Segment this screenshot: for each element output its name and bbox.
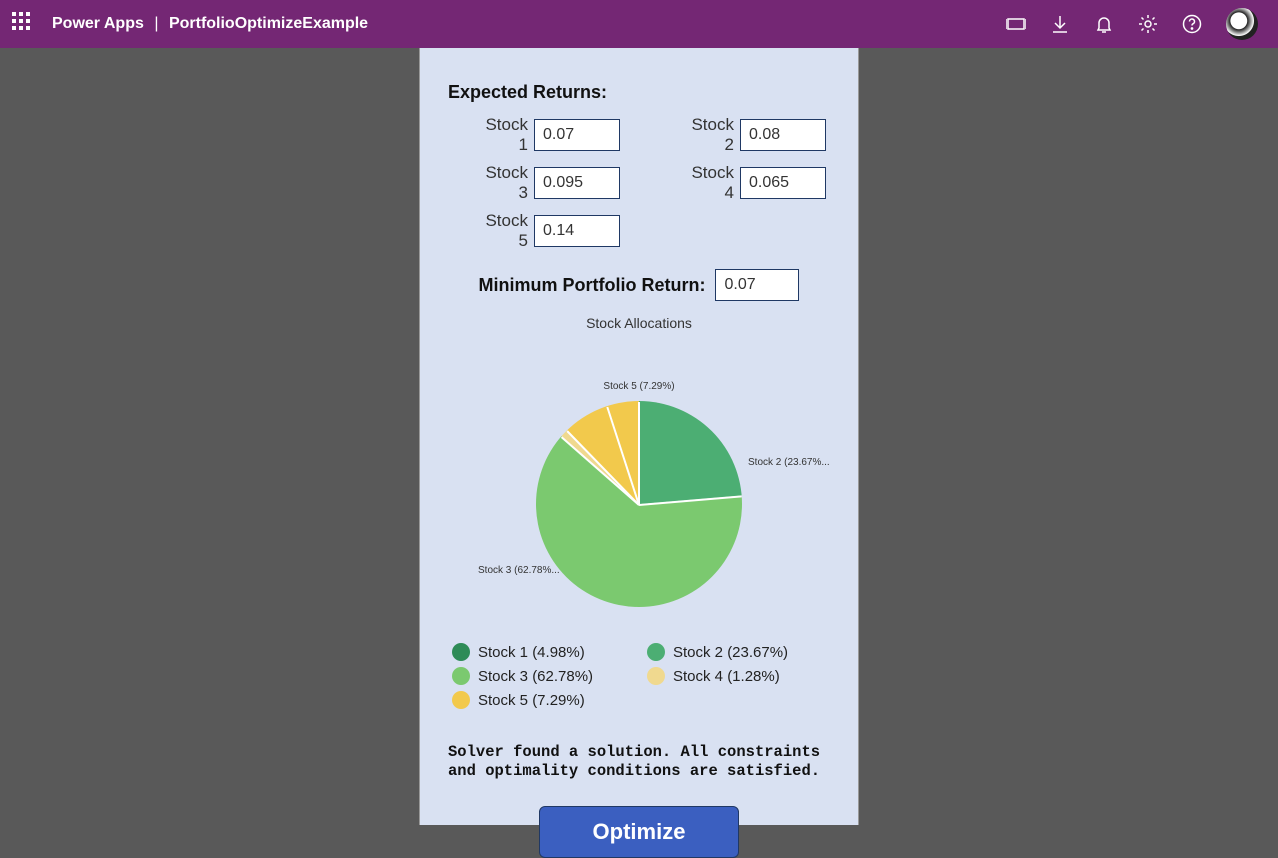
optimize-button[interactable]: Optimize xyxy=(539,806,739,858)
legend-label-stock5: Stock 5 (7.29%) xyxy=(478,692,585,709)
stock1-label: Stock 1 xyxy=(472,115,534,155)
swatch-stock4 xyxy=(647,667,665,685)
min-return-row: Minimum Portfolio Return: xyxy=(448,269,830,301)
stock2-input[interactable] xyxy=(740,119,826,151)
legend-stock5: Stock 5 (7.29%) xyxy=(452,691,631,709)
swatch-stock1 xyxy=(452,643,470,661)
chart-legend: Stock 1 (4.98%) Stock 2 (23.67%) Stock 3… xyxy=(448,643,830,709)
title-separator: | xyxy=(154,15,158,32)
swatch-stock2 xyxy=(647,643,665,661)
min-return-label: Minimum Portfolio Return: xyxy=(479,275,706,296)
fit-icon[interactable] xyxy=(1006,14,1026,34)
stock3-input[interactable] xyxy=(534,167,620,199)
legend-stock4: Stock 4 (1.28%) xyxy=(647,667,826,685)
pie-chart: Stock 5 (7.29%) Stock 2 (23.67%... Stock… xyxy=(448,339,830,639)
legend-label-stock2: Stock 2 (23.67%) xyxy=(673,644,788,661)
legend-label-stock3: Stock 3 (62.78%) xyxy=(478,668,593,685)
swatch-stock3 xyxy=(452,667,470,685)
app-header: Power Apps | PortfolioOptimizeExample xyxy=(0,0,1278,48)
callout-stock5: Stock 5 (7.29%) xyxy=(603,381,674,392)
legend-stock1: Stock 1 (4.98%) xyxy=(452,643,631,661)
legend-label-stock1: Stock 1 (4.98%) xyxy=(478,644,585,661)
header-title: Power Apps | PortfolioOptimizeExample xyxy=(52,15,368,33)
swatch-stock5 xyxy=(452,691,470,709)
avatar[interactable] xyxy=(1226,8,1258,40)
min-return-input[interactable] xyxy=(715,269,799,301)
stock4-input[interactable] xyxy=(740,167,826,199)
header-actions xyxy=(1006,8,1258,40)
expected-returns-label: Expected Returns: xyxy=(448,82,830,103)
waffle-icon[interactable] xyxy=(12,12,36,36)
chart-title: Stock Allocations xyxy=(448,315,830,331)
stock4-label: Stock 4 xyxy=(678,163,740,203)
legend-stock2: Stock 2 (23.67%) xyxy=(647,643,826,661)
stage: Expected Returns: Stock 1 Stock 2 Stock … xyxy=(0,48,1278,825)
file-name: PortfolioOptimizeExample xyxy=(169,15,368,32)
download-icon[interactable] xyxy=(1050,14,1070,34)
pie-graphic xyxy=(536,401,742,607)
legend-label-stock4: Stock 4 (1.28%) xyxy=(673,668,780,685)
gear-icon[interactable] xyxy=(1138,14,1158,34)
returns-grid: Stock 1 Stock 2 Stock 3 Stock 4 Stock 5 xyxy=(472,115,830,251)
solver-status: Solver found a solution. All constraints… xyxy=(448,743,830,782)
bell-icon[interactable] xyxy=(1094,14,1114,34)
stock1-input[interactable] xyxy=(534,119,620,151)
app-canvas: Expected Returns: Stock 1 Stock 2 Stock … xyxy=(419,48,859,825)
stock5-label: Stock 5 xyxy=(472,211,534,251)
callout-stock3: Stock 3 (62.78%... xyxy=(478,565,560,576)
legend-stock3: Stock 3 (62.78%) xyxy=(452,667,631,685)
app-name: Power Apps xyxy=(52,15,144,32)
stock5-input[interactable] xyxy=(534,215,620,247)
callout-stock2: Stock 2 (23.67%... xyxy=(748,457,830,468)
help-icon[interactable] xyxy=(1182,14,1202,34)
stock2-label: Stock 2 xyxy=(678,115,740,155)
stock3-label: Stock 3 xyxy=(472,163,534,203)
